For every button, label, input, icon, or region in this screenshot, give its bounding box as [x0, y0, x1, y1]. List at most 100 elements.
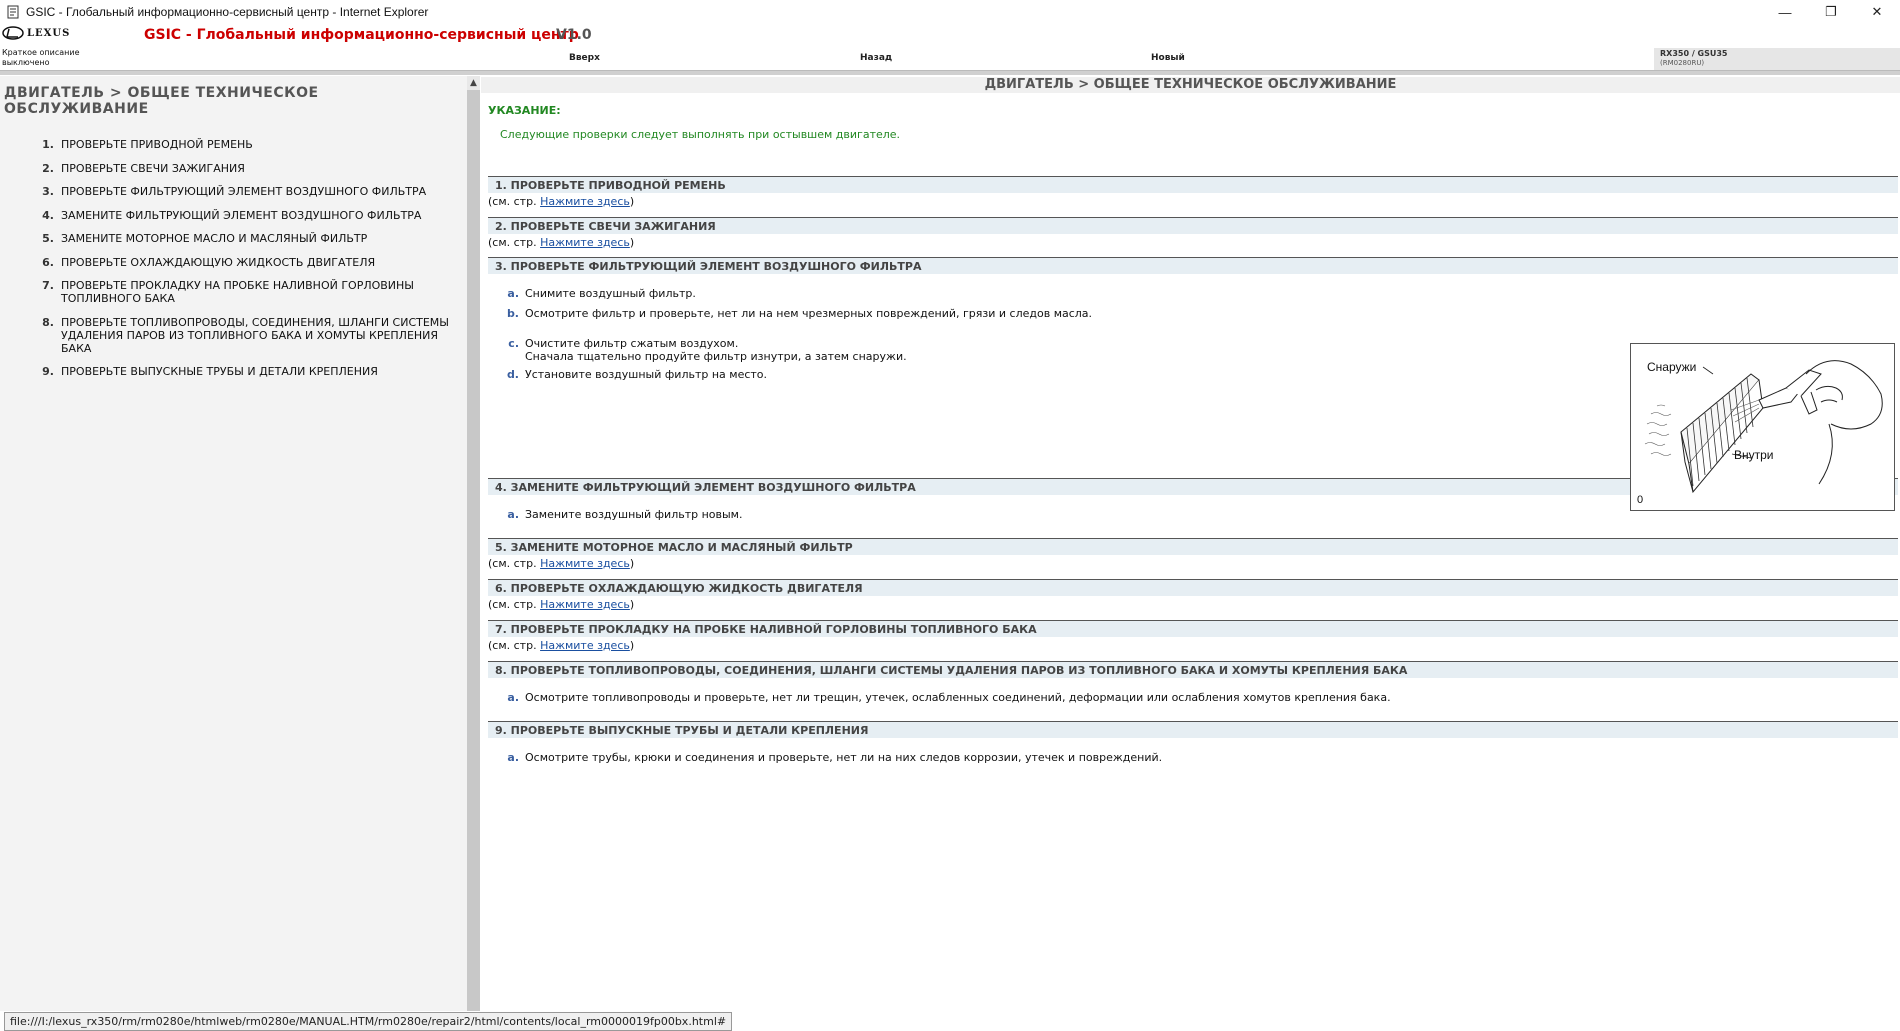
window-title: GSIC - Глобальный информационно-сервисны… [26, 5, 429, 19]
step-text-detail: Сначала тщательно продуйте фильтр изнутр… [525, 350, 907, 363]
step-body: Снимите воздушный фильтр. [525, 287, 696, 300]
nav-up-link[interactable]: Вверх [569, 53, 600, 63]
toc-item[interactable]: 7. ПРОВЕРЬТЕ ПРОКЛАДКУ НА ПРОБКЕ НАЛИВНОЙ… [34, 279, 454, 305]
brief-desc-line2: выключено [2, 58, 50, 67]
step-text: Замените воздушный фильтр новым. [525, 508, 743, 521]
reference-link[interactable]: Нажмите здесь [540, 236, 630, 249]
toc-item-label: ЗАМЕНИТЕ ФИЛЬТРУЮЩИЙ ЭЛЕМЕНТ ВОЗДУШНОГО … [61, 208, 422, 222]
step-text: Осмотрите фильтр и проверьте, нет ли на … [525, 307, 1093, 320]
toc-item-label: ПРОВЕРЬТЕ ПРОКЛАДКУ НА ПРОБКЕ НАЛИВНОЙ Г… [61, 279, 415, 305]
toc-item-number: 5. [42, 232, 54, 245]
step-body: Установите воздушный фильтр на место. [525, 368, 767, 381]
nav-back-link[interactable]: Назад [860, 53, 892, 63]
toc-item[interactable]: 6. ПРОВЕРЬТЕ ОХЛАЖДАЮЩУЮ ЖИДКОСТЬ ДВИГАТЕ… [34, 256, 454, 269]
step-body: Замените воздушный фильтр новым. [525, 508, 742, 521]
toc-item[interactable]: 9. ПРОВЕРЬТЕ ВЫПУСКНЫЕ ТРУБЫ И ДЕТАЛИ КРЕ… [34, 365, 454, 378]
note-text: Следующие проверки следует выполнять при… [500, 128, 901, 141]
brief-desc-line1: Краткое описание [2, 48, 80, 57]
step-item: a. Осмотрите трубы, крюки и соединения и … [488, 751, 1898, 764]
maintenance-section: 7. ПРОВЕРЬТЕ ПРОКЛАДКУ НА ПРОБКЕ НАЛИВНО… [488, 620, 1898, 652]
step-text: Осмотрите топливопроводы и проверьте, не… [525, 691, 1391, 704]
restore-button[interactable]: ❐ [1808, 0, 1854, 24]
toc-item[interactable]: 8. ПРОВЕРЬТЕ ТОПЛИВОПРОВОДЫ, СОЕДИНЕНИЯ, … [34, 316, 454, 355]
illustration-id: 0 [1637, 494, 1644, 506]
toc-item[interactable]: 5. ЗАМЕНИТЕ МОТОРНОЕ МАСЛО И МАСЛЯНЫЙ ФИЛ… [34, 232, 454, 245]
content-panel: ДВИГАТЕЛЬ > ОБЩЕЕ ТЕХНИЧЕСКОЕ ОБСЛУЖИВАН… [481, 76, 1900, 1031]
app-version: V1.0 [556, 27, 592, 43]
toc-item[interactable]: 4. ЗАМЕНИТЕ ФИЛЬТРУЮЩИЙ ЭЛЕМЕНТ ВОЗДУШНОГ… [34, 209, 454, 222]
reference-link[interactable]: Нажмите здесь [540, 195, 630, 208]
step-body: Осмотрите фильтр и проверьте, нет ли на … [525, 307, 1092, 320]
toc-item-number: 9. [42, 365, 54, 378]
toc-item[interactable]: 3. ПРОВЕРЬТЕ ФИЛЬТРУЮЩИЙ ЭЛЕМЕНТ ВОЗДУШНО… [34, 185, 454, 198]
section-header: 2. ПРОВЕРЬТЕ СВЕЧИ ЗАЖИГАНИЯ [488, 217, 1898, 234]
toc-item-label: ПРОВЕРЬТЕ ПРИВОДНОЙ РЕМЕНЬ [61, 138, 253, 151]
status-bar-url: file:///I:/lexus_rx350/rm/rm0280e/htmlwe… [4, 1012, 733, 1031]
app-icon [6, 5, 20, 19]
scroll-up-arrow-icon[interactable]: ▲ [467, 76, 480, 90]
toc-item-label: ПРОВЕРЬТЕ СВЕЧИ ЗАЖИГАНИЯ [61, 161, 245, 175]
lexus-logo: LEXUS [2, 26, 70, 40]
model-info: RX350 / GSU35 (RM0280RU) [1654, 48, 1900, 70]
app-header: LEXUS GSIC - Глобальный информационно-се… [0, 24, 1900, 70]
toc-title: ДВИГАТЕЛЬ > ОБЩЕЕ ТЕХНИЧЕСКОЕ ОБСЛУЖИВАН… [4, 85, 319, 117]
close-button[interactable]: ✕ [1854, 0, 1900, 24]
section-header: 9. ПРОВЕРЬТЕ ВЫПУСКНЫЕ ТРУБЫ И ДЕТАЛИ КР… [488, 721, 1898, 738]
note-label: УКАЗАНИЕ: [488, 104, 561, 117]
reference-link[interactable]: Нажмите здесь [540, 557, 630, 570]
header-divider [0, 70, 1900, 75]
step-text: Осмотрите трубы, крюки и соединения и пр… [525, 751, 1163, 764]
section-reference: (см. стр. Нажмите здесь) [488, 236, 1898, 249]
toc-panel: ДВИГАТЕЛЬ > ОБЩЕЕ ТЕХНИЧЕСКОЕ ОБСЛУЖИВАН… [0, 76, 467, 1011]
section-header: 8. ПРОВЕРЬТЕ ТОПЛИВОПРОВОДЫ, СОЕДИНЕНИЯ,… [488, 661, 1898, 678]
step-letter: a. [507, 751, 519, 764]
scroll-thumb[interactable] [467, 90, 480, 1011]
toc-scrollbar[interactable]: ▲ [467, 76, 480, 1011]
maintenance-section: 5. ЗАМЕНИТЕ МОТОРНОЕ МАСЛО И МАСЛЯНЫЙ ФИ… [488, 538, 1898, 570]
illustration-label-inside: Внутри [1734, 448, 1774, 462]
maintenance-section: 2. ПРОВЕРЬТЕ СВЕЧИ ЗАЖИГАНИЯ (см. стр. На… [488, 217, 1898, 249]
window-titlebar: GSIC - Глобальный информационно-сервисны… [0, 0, 1900, 24]
nav-new-link[interactable]: Новый [1151, 53, 1185, 63]
toc-item-label: ПРОВЕРЬТЕ ФИЛЬТРУЮЩИЙ ЭЛЕМЕНТ ВОЗДУШНОГО… [61, 185, 427, 198]
toc-item-number: 1. [42, 138, 54, 151]
model-code: (RM0280RU) [1660, 59, 1705, 67]
section-header: 3. ПРОВЕРЬТЕ ФИЛЬТРУЮЩИЙ ЭЛЕМЕНТ ВОЗДУШН… [488, 257, 1898, 274]
ref-suffix: ) [629, 557, 635, 570]
lexus-emblem-icon [2, 26, 24, 40]
minimize-button[interactable]: — [1762, 0, 1808, 24]
content-title: ДВИГАТЕЛЬ > ОБЩЕЕ ТЕХНИЧЕСКОЕ ОБСЛУЖИВАН… [481, 77, 1900, 93]
step-body: Очистите фильтр сжатым воздухом. Сначала … [525, 337, 907, 363]
reference-link[interactable]: Нажмите здесь [540, 598, 630, 611]
toc-item[interactable]: 1. ПРОВЕРЬТЕ ПРИВОДНОЙ РЕМЕНЬ [34, 138, 454, 151]
step-body: Осмотрите трубы, крюки и соединения и пр… [525, 751, 1162, 764]
ref-prefix: (см. стр. [488, 195, 541, 208]
toc-item-label: ПРОВЕРЬТЕ ОХЛАЖДАЮЩУЮ ЖИДКОСТЬ ДВИГАТЕЛЯ [61, 255, 376, 269]
section-reference: (см. стр. Нажмите здесь) [488, 598, 1898, 611]
toc-item-number: 2. [42, 161, 54, 175]
section-header: 7. ПРОВЕРЬТЕ ПРОКЛАДКУ НА ПРОБКЕ НАЛИВНО… [488, 620, 1898, 637]
air-filter-illustration: Снаружи Внутри 0 [1630, 343, 1895, 511]
step-letter: d. [506, 368, 519, 381]
step-letter: c. [508, 337, 519, 350]
toc-list: 1. ПРОВЕРЬТЕ ПРИВОДНОЙ РЕМЕНЬ 2. ПРОВЕРЬТЕ … [34, 138, 454, 389]
toc-item[interactable]: 2. ПРОВЕРЬТЕ СВЕЧИ ЗАЖИГАНИЯ [34, 162, 454, 175]
step-text: Установите воздушный фильтр на место. [525, 368, 768, 381]
maintenance-section: 6. ПРОВЕРЬТЕ ОХЛАЖДАЮЩУЮ ЖИДКОСТЬ ДВИГАТ… [488, 579, 1898, 611]
step-text: Очистите фильтр сжатым воздухом. [525, 337, 739, 350]
ref-suffix: ) [629, 639, 635, 652]
ref-suffix: ) [629, 598, 635, 611]
toc-item-number: 3. [42, 185, 54, 198]
section-header: 1. ПРОВЕРЬТЕ ПРИВОДНОЙ РЕМЕНЬ [488, 176, 1898, 193]
step-item: a. Осмотрите топливопроводы и проверьте, … [488, 691, 1898, 704]
reference-link[interactable]: Нажмите здесь [540, 639, 630, 652]
toc-item-number: 7. [42, 279, 54, 292]
toc-item-label: ПРОВЕРЬТЕ ВЫПУСКНЫЕ ТРУБЫ И ДЕТАЛИ КРЕПЛ… [61, 365, 378, 378]
model-name: RX350 / GSU35 [1660, 49, 1728, 58]
illustration-label-outside: Снаружи [1647, 360, 1697, 374]
maintenance-section: 1. ПРОВЕРЬТЕ ПРИВОДНОЙ РЕМЕНЬ (см. стр. Н… [488, 176, 1898, 208]
step-letter: a. [507, 691, 519, 704]
step-letter: a. [507, 508, 519, 521]
ref-prefix: (см. стр. [488, 639, 541, 652]
brief-description-toggle[interactable]: Краткое описание выключено [2, 48, 112, 68]
